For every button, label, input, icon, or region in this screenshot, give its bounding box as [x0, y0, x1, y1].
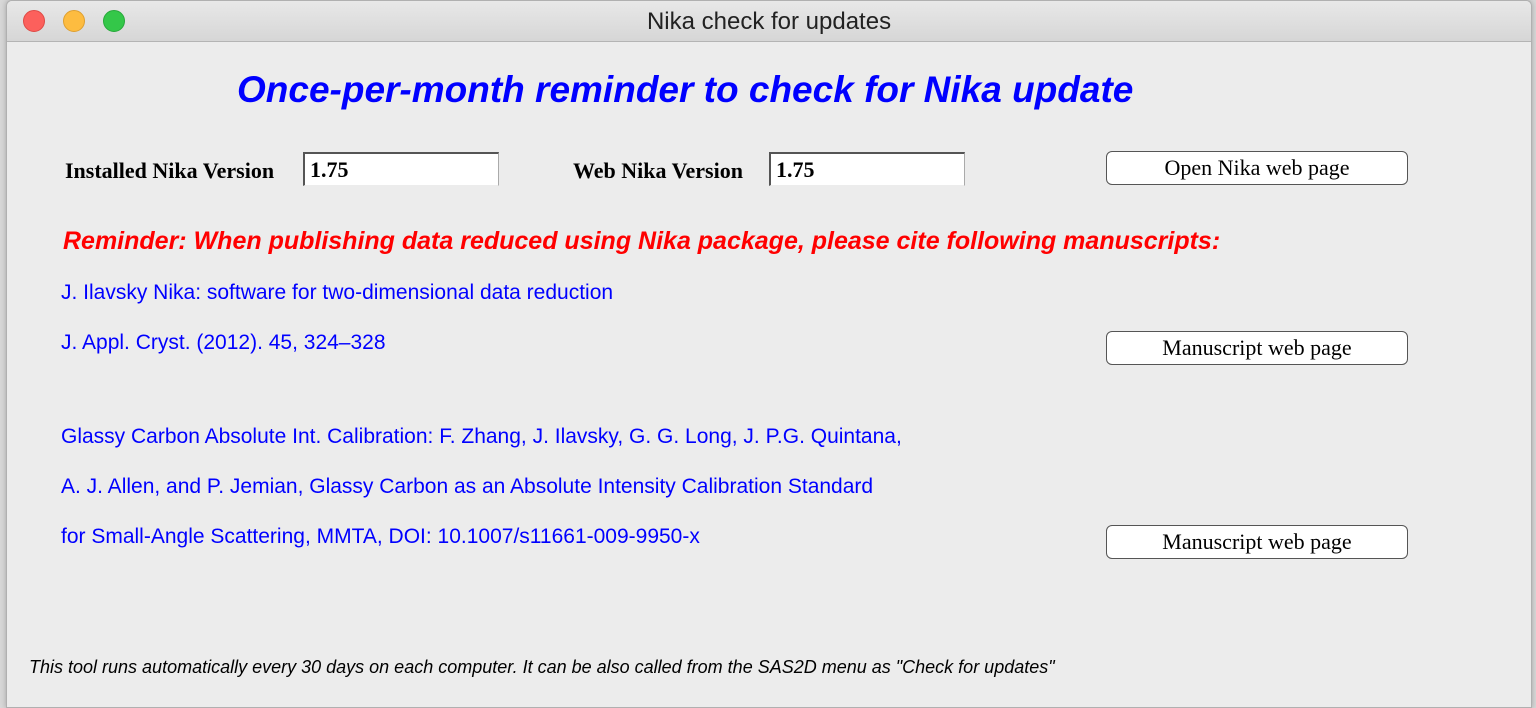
glassy-carbon-citation-line-3: for Small-Angle Scattering, MMTA, DOI: 1… — [61, 525, 700, 548]
nika-citation-line-2: J. Appl. Cryst. (2012). 45, 324–328 — [61, 331, 386, 354]
nika-citation-line-1: J. Ilavsky Nika: software for two-dimens… — [61, 281, 614, 304]
glassy-carbon-citation-line-1: Glassy Carbon Absolute Int. Calibration:… — [61, 425, 902, 448]
citation-reminder: Reminder: When publishing data reduced u… — [63, 227, 1221, 255]
glassy-carbon-citation-line-2: A. J. Allen, and P. Jemian, Glassy Carbo… — [61, 475, 874, 498]
installed-version-field[interactable]: 1.75 — [303, 152, 499, 186]
footer-note: This tool runs automatically every 30 da… — [29, 657, 1055, 677]
web-version-label: Web Nika Version — [573, 158, 743, 183]
web-version-field[interactable]: 1.75 — [769, 152, 965, 186]
open-nika-web-page-button[interactable]: Open Nika web page — [1106, 151, 1408, 185]
nika-manuscript-button[interactable]: Manuscript web page — [1106, 331, 1408, 365]
page-heading: Once-per-month reminder to check for Nik… — [237, 69, 1134, 110]
installed-version-label: Installed Nika Version — [65, 158, 275, 183]
title-bar[interactable]: Nika check for updates — [7, 1, 1531, 42]
glassy-carbon-manuscript-button[interactable]: Manuscript web page — [1106, 525, 1408, 559]
window-title: Nika check for updates — [646, 8, 892, 35]
update-window: Nika check for updates Once-per-month re… — [6, 0, 1532, 708]
